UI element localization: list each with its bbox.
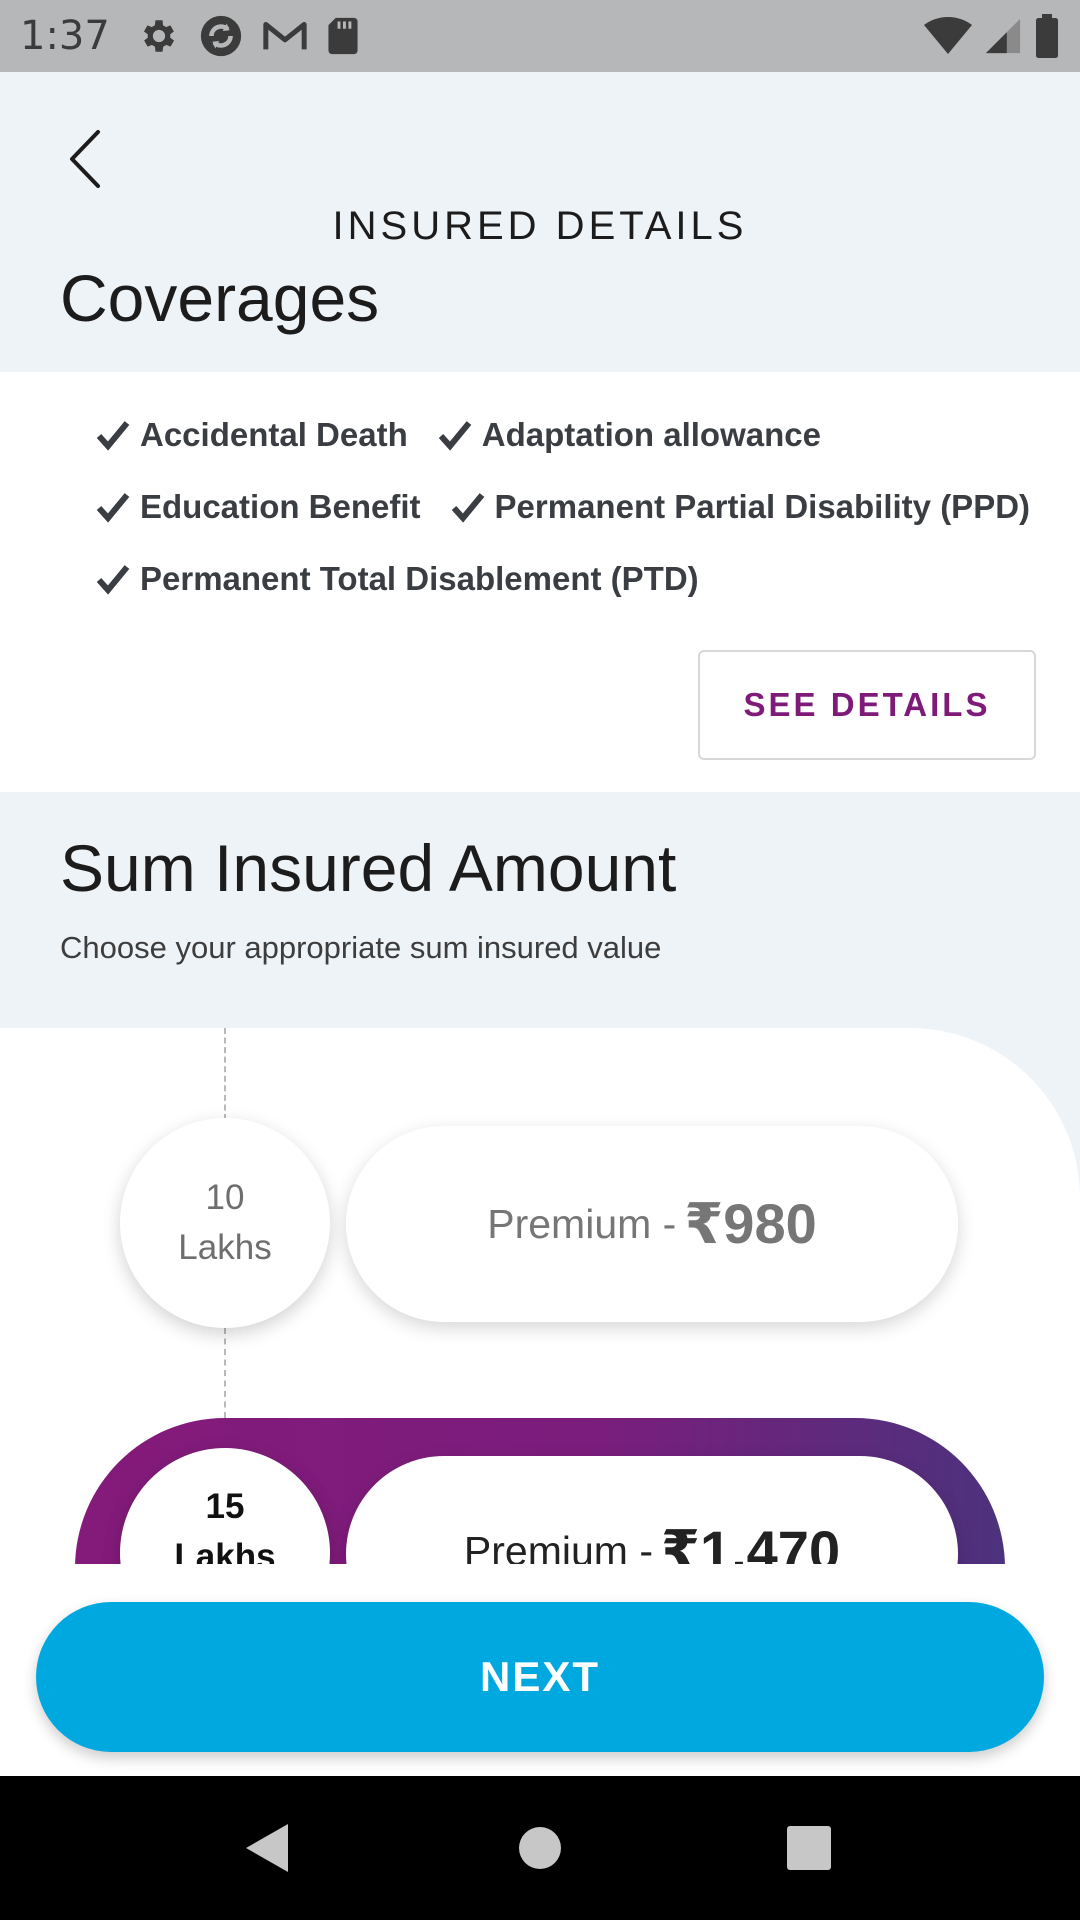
status-time: 1:37 <box>20 13 110 59</box>
page-title: INSURED DETAILS <box>332 204 748 248</box>
coverage-item: Permanent Partial Disability (PPD) <box>451 488 1031 526</box>
see-details-button[interactable]: SEE DETAILS <box>698 650 1036 760</box>
coverage-label: Education Benefit <box>140 488 421 525</box>
back-button[interactable] <box>60 124 110 194</box>
bottom-action-area: NEXT <box>0 1564 1080 1776</box>
status-icons-right <box>924 14 1060 58</box>
premium-label: Premium - <box>487 1200 677 1247</box>
check-icon <box>96 565 130 595</box>
sync-icon <box>200 15 241 57</box>
coverage-item: Permanent Total Disablement (PTD) <box>96 560 699 598</box>
sum-insured-subtitle: Choose your appropriate sum insured valu… <box>60 930 662 965</box>
check-icon <box>438 421 472 451</box>
home-nav-icon[interactable] <box>518 1826 562 1870</box>
back-nav-icon[interactable] <box>244 1822 290 1874</box>
check-icon <box>451 493 484 523</box>
chevron-left-icon <box>70 130 100 188</box>
navigation-bar <box>0 1776 1080 1920</box>
screen: 1:37 INSURED DETAILS Coverages Accidenta… <box>0 0 1080 1920</box>
connector-line <box>224 1028 226 1120</box>
sum-insured-title: Sum Insured Amount <box>60 831 677 905</box>
coverage-label: Permanent Total Disablement (PTD) <box>140 560 699 597</box>
coverage-row: Permanent Total Disablement (PTD) <box>96 560 729 598</box>
amount-number: 15 <box>205 1487 245 1526</box>
premium-pill[interactable]: Premium - ₹980 <box>346 1126 958 1322</box>
coverage-item: Accidental Death <box>96 416 408 454</box>
gmail-icon <box>263 22 307 50</box>
signal-icon <box>985 18 1021 54</box>
next-button[interactable]: NEXT <box>36 1602 1044 1752</box>
wifi-icon <box>924 17 972 54</box>
status-bar: 1:37 <box>0 0 1080 72</box>
recents-nav-icon[interactable] <box>786 1826 832 1870</box>
sd-card-icon <box>328 17 358 55</box>
coverage-label: Accidental Death <box>140 416 408 453</box>
coverage-label: Adaptation allowance <box>481 416 821 453</box>
coverage-row: Accidental Death Adaptation allowance <box>96 416 851 454</box>
settings-icon <box>143 20 174 52</box>
premium-value: ₹980 <box>684 1192 817 1255</box>
check-icon <box>96 421 130 451</box>
amount-number: 10 <box>205 1178 245 1217</box>
coverage-row: Education Benefit Permanent Partial Disa… <box>96 488 1030 526</box>
battery-icon <box>1036 14 1058 58</box>
coverages-card: Accidental Death Adaptation allowance Ed… <box>0 372 1080 792</box>
coverage-item: Adaptation allowance <box>438 416 821 454</box>
coverage-label: Permanent Partial Disability (PPD) <box>494 488 1031 525</box>
coverages-title: Coverages <box>60 261 380 335</box>
check-icon <box>96 493 130 523</box>
sum-option-10-lakhs[interactable]: 10 Lakhs <box>120 1118 330 1328</box>
coverage-item: Education Benefit <box>96 488 421 526</box>
page-header: INSURED DETAILS Coverages <box>0 72 1080 372</box>
connector-line <box>224 1328 226 1418</box>
status-icons-left <box>138 13 360 59</box>
amount-unit: Lakhs <box>178 1228 272 1267</box>
